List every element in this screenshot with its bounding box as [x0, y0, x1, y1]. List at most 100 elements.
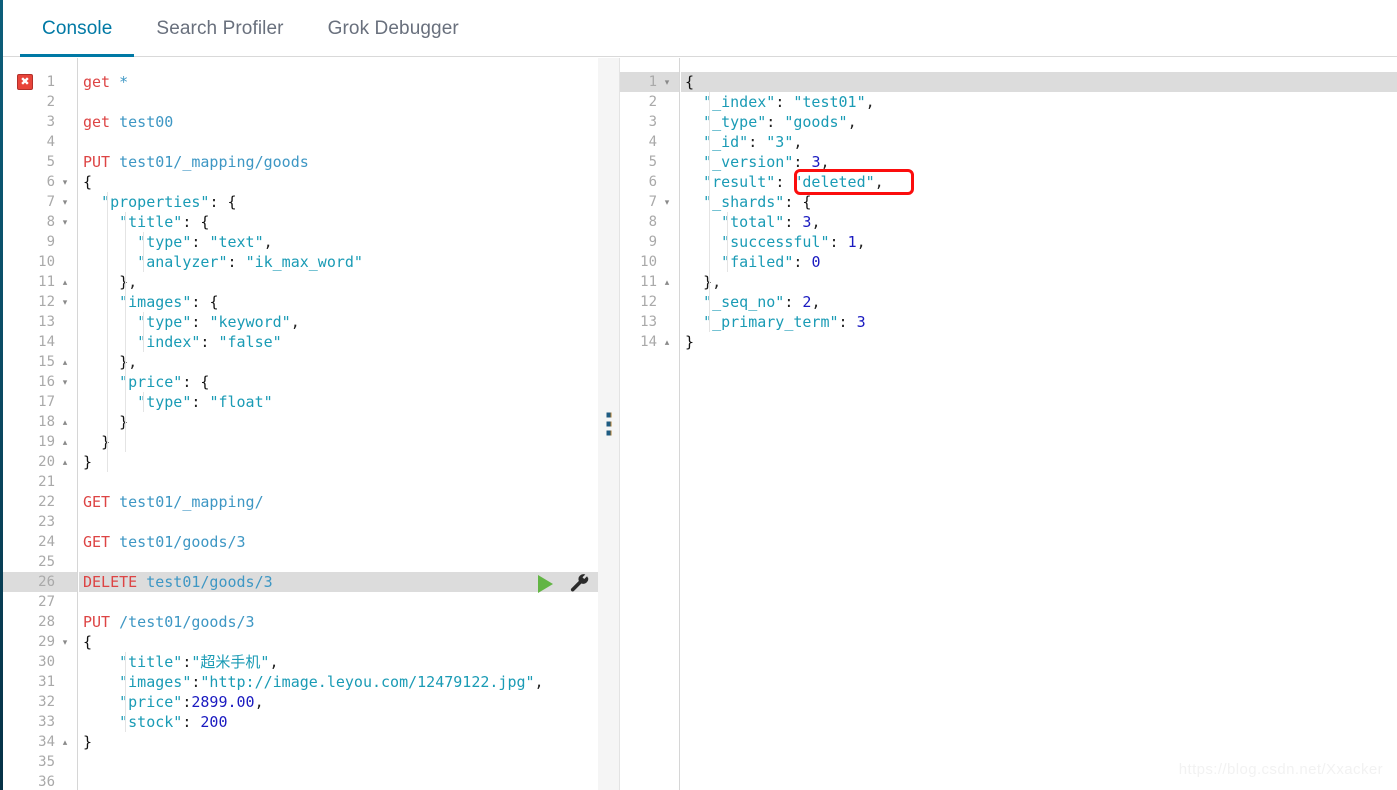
- request-action-icons: [538, 573, 591, 595]
- gutter-line-10[interactable]: 10: [620, 252, 679, 272]
- gutter-line-11[interactable]: 11 ▴: [620, 272, 679, 292]
- code-line-3[interactable]: get test00: [79, 112, 598, 132]
- request-editor-pane[interactable]: 1 2 3 4 5 6 ▾ 7 ▾ 8 ▾ 9 10 11 ▴ 12 ▾ 13 14 15 ▴ 16 ▾ 17 18 ▴ 19 ▴ 20…: [3, 58, 598, 790]
- code-line-25[interactable]: [79, 552, 598, 572]
- code-line-16[interactable]: "price": {: [79, 372, 598, 392]
- gutter-line-3[interactable]: 3: [620, 112, 679, 132]
- line-number: 3: [648, 114, 657, 130]
- fold-open-icon[interactable]: ▾: [58, 212, 72, 232]
- code-line-19[interactable]: }: [79, 432, 598, 452]
- code-line-13[interactable]: "type": "keyword",: [79, 312, 598, 332]
- fold-close-icon[interactable]: ▴: [58, 432, 72, 452]
- fold-open-icon[interactable]: ▾: [660, 72, 674, 92]
- code-line-17[interactable]: "type": "float": [79, 392, 598, 412]
- fold-open-icon[interactable]: ▾: [58, 292, 72, 312]
- code-line-3[interactable]: "_type": "goods",: [681, 112, 1397, 132]
- fold-close-icon[interactable]: ▴: [660, 332, 674, 352]
- response-editor-code[interactable]: { "_index": "test01", "_type": "goods", …: [681, 58, 1397, 790]
- code-line-14[interactable]: "index": "false": [79, 332, 598, 352]
- code-line-5[interactable]: PUT test01/_mapping/goods: [79, 152, 598, 172]
- code-line-13[interactable]: "_primary_term": 3: [681, 312, 1397, 332]
- code-line-11[interactable]: },: [681, 272, 1397, 292]
- code-line-10[interactable]: "failed": 0: [681, 252, 1397, 272]
- code-line-9[interactable]: "type": "text",: [79, 232, 598, 252]
- play-icon[interactable]: [538, 575, 553, 593]
- response-editor-gutter[interactable]: 1 ▾ 2 3 4 5 6 7 ▾ 8 9 10 11 ▴ 12 13 14 ▴: [620, 58, 680, 790]
- code-line-18[interactable]: }: [79, 412, 598, 432]
- tab-bar: Console Search Profiler Grok Debugger: [3, 0, 1397, 57]
- gutter-line-9[interactable]: 9: [620, 232, 679, 252]
- gutter-line-8[interactable]: 8: [620, 212, 679, 232]
- gutter-line-6[interactable]: 6: [620, 172, 679, 192]
- fold-close-icon[interactable]: ▴: [660, 272, 674, 292]
- code-line-35[interactable]: [79, 752, 598, 772]
- code-line-5[interactable]: "_version": 3,: [681, 152, 1397, 172]
- code-line-34[interactable]: }: [79, 732, 598, 752]
- gutter-line-5[interactable]: 5: [620, 152, 679, 172]
- line-number: 8: [648, 214, 657, 230]
- code-line-2[interactable]: "_index": "test01",: [681, 92, 1397, 112]
- code-line-4[interactable]: [79, 132, 598, 152]
- tab-console[interactable]: Console: [20, 0, 135, 57]
- code-line-32[interactable]: "price":2899.00,: [79, 692, 598, 712]
- code-line-6[interactable]: {: [79, 172, 598, 192]
- wrench-icon[interactable]: [569, 573, 591, 595]
- code-line-28[interactable]: PUT /test01/goods/3: [79, 612, 598, 632]
- fold-open-icon[interactable]: ▾: [58, 192, 72, 212]
- gutter-line-12[interactable]: 12: [620, 292, 679, 312]
- code-line-7[interactable]: "_shards": {: [681, 192, 1397, 212]
- error-marker-icon[interactable]: ✖: [17, 74, 33, 90]
- code-line-11[interactable]: },: [79, 272, 598, 292]
- pane-splitter[interactable]: [598, 58, 620, 790]
- code-line-6[interactable]: "result": "deleted",: [681, 172, 1397, 192]
- code-line-15[interactable]: },: [79, 352, 598, 372]
- code-line-23[interactable]: [79, 512, 598, 532]
- fold-close-icon[interactable]: ▴: [58, 352, 72, 372]
- gutter-line-14[interactable]: 14 ▴: [620, 332, 679, 352]
- fold-close-icon[interactable]: ▴: [58, 452, 72, 472]
- fold-close-icon[interactable]: ▴: [58, 272, 72, 292]
- code-line-26[interactable]: DELETE test01/goods/3: [79, 572, 598, 592]
- code-line-1[interactable]: get *: [79, 72, 598, 92]
- fold-open-icon[interactable]: ▾: [58, 372, 72, 392]
- gutter-line-1[interactable]: 1 ▾: [620, 72, 679, 92]
- splitter-grip-icon: [606, 412, 611, 436]
- code-line-22[interactable]: GET test01/_mapping/: [79, 492, 598, 512]
- code-line-8[interactable]: "total": 3,: [681, 212, 1397, 232]
- code-line-29[interactable]: {: [79, 632, 598, 652]
- fold-close-icon[interactable]: ▴: [58, 412, 72, 432]
- code-line-7[interactable]: "properties": {: [79, 192, 598, 212]
- code-line-21[interactable]: [79, 472, 598, 492]
- code-line-12[interactable]: "images": {: [79, 292, 598, 312]
- code-line-33[interactable]: "stock": 200: [79, 712, 598, 732]
- fold-close-icon[interactable]: ▴: [58, 732, 72, 752]
- fold-open-icon[interactable]: ▾: [58, 632, 72, 652]
- code-line-20[interactable]: }: [79, 452, 598, 472]
- code-line-10[interactable]: "analyzer": "ik_max_word": [79, 252, 598, 272]
- code-line-27[interactable]: [79, 592, 598, 612]
- code-line-24[interactable]: GET test01/goods/3: [79, 532, 598, 552]
- code-line-30[interactable]: "title":"超米手机",: [79, 652, 598, 672]
- gutter-line-13[interactable]: 13: [620, 312, 679, 332]
- code-line-9[interactable]: "successful": 1,: [681, 232, 1397, 252]
- tab-grok-debugger[interactable]: Grok Debugger: [306, 0, 481, 57]
- code-line-12[interactable]: "_seq_no": 2,: [681, 292, 1397, 312]
- indent-guide: [125, 652, 126, 732]
- code-line-36[interactable]: [79, 772, 598, 790]
- kibana-dev-tools-console: Console Search Profiler Grok Debugger 12…: [0, 0, 1397, 790]
- response-editor-pane[interactable]: 1 ▾ 2 3 4 5 6 7 ▾ 8 9 10 11 ▴ 12 13 14 ▴ { "_index": "tes…: [620, 58, 1397, 790]
- fold-open-icon[interactable]: ▾: [660, 192, 674, 212]
- gutter-line-2[interactable]: 2: [620, 92, 679, 112]
- fold-open-icon[interactable]: ▾: [58, 172, 72, 192]
- code-line-1[interactable]: {: [681, 72, 1397, 92]
- code-line-4[interactable]: "_id": "3",: [681, 132, 1397, 152]
- code-line-2[interactable]: [79, 92, 598, 112]
- gutter-line-7[interactable]: 7 ▾: [620, 192, 679, 212]
- tab-search-profiler[interactable]: Search Profiler: [134, 0, 305, 57]
- code-line-31[interactable]: "images":"http://image.leyou.com/1247912…: [79, 672, 598, 692]
- code-line-14[interactable]: }: [681, 332, 1397, 352]
- line-number: 9: [648, 234, 657, 250]
- request-editor-code[interactable]: get * get test00 PUT test01/_mapping/goods…: [79, 58, 598, 790]
- gutter-line-4[interactable]: 4: [620, 132, 679, 152]
- code-line-8[interactable]: "title": {: [79, 212, 598, 232]
